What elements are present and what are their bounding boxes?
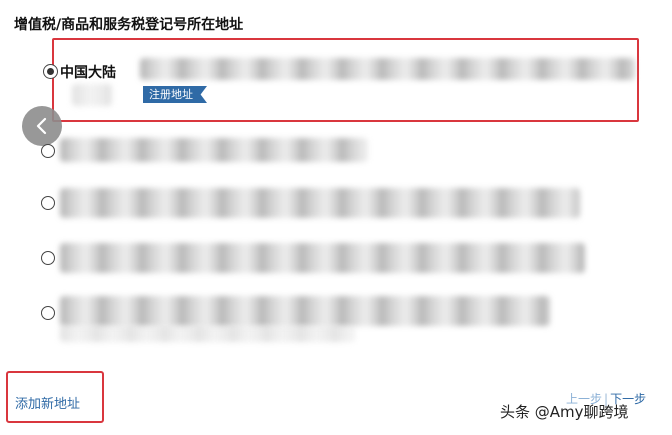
address-text-redacted [60,243,585,273]
address-radio-3[interactable] [41,196,55,210]
section-title: 增值税/商品和服务税登记号所在地址 [14,17,244,33]
address-radio-5[interactable] [41,306,55,320]
selected-address-card-highlight[interactable] [52,38,639,122]
watermark-text: 头条 @Amy聊跨境 [500,403,629,421]
address-text-redacted [60,188,580,218]
chevron-left-icon [36,117,47,135]
address-text-redacted [60,138,368,162]
carousel-prev-button[interactable] [22,106,62,146]
address-text-redacted [72,84,112,106]
address-radio-4[interactable] [41,251,55,265]
address-text-redacted [140,58,635,80]
address-text-redacted [60,296,550,326]
registered-address-tag: 注册地址 [143,86,207,103]
address-radio-2[interactable] [41,144,55,158]
add-new-address-link[interactable]: 添加新地址 [15,393,80,412]
address-radio-selected[interactable] [43,64,58,79]
address-country-label: 中国大陆 [60,65,116,81]
address-text-redacted [60,326,355,342]
